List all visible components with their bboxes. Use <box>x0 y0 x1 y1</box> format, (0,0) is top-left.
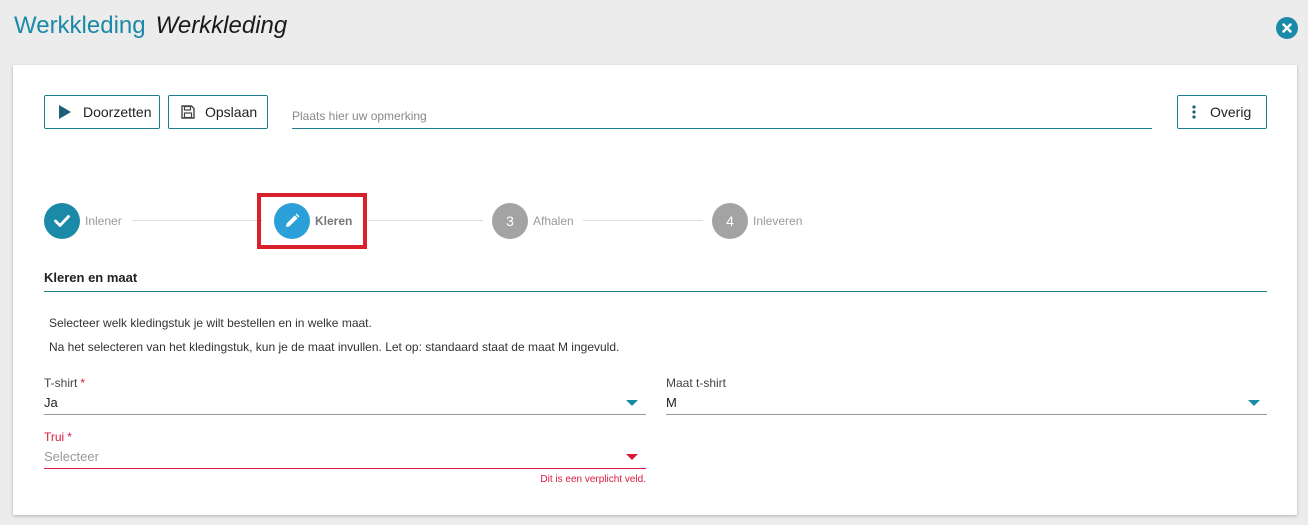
page-title: Werkkleding <box>155 12 288 39</box>
field-underline <box>666 414 1267 415</box>
section-title: Kleren en maat <box>44 270 138 285</box>
overig-button[interactable]: Overig <box>1177 95 1267 129</box>
doorzetten-label: Doorzetten <box>83 104 152 120</box>
highlight-box <box>257 193 367 249</box>
progress-stepper: Inlener Kleren 3 Afhalen 4 Inleveren <box>44 203 1274 239</box>
check-icon <box>44 203 80 239</box>
step-label: Inleveren <box>753 214 803 228</box>
step-number: 4 <box>712 203 748 239</box>
trui-select[interactable]: Trui * Selecteer Dit is een verplicht vel… <box>44 430 646 490</box>
doorzetten-button[interactable]: Doorzetten <box>44 95 160 129</box>
step-connector <box>583 220 703 221</box>
window-title: Werkkleding Werkkleding <box>14 12 287 44</box>
app-title: Werkkleding <box>14 12 146 39</box>
dropdown-caret-icon[interactable] <box>1248 400 1260 406</box>
step-inlener[interactable]: Inlener <box>44 203 122 239</box>
step-label: Afhalen <box>533 214 574 228</box>
validation-error: Dit is een verplicht veld. <box>540 474 646 485</box>
step-inleveren[interactable]: 4 Inleveren <box>712 203 802 239</box>
dropdown-caret-icon[interactable] <box>626 400 638 406</box>
section-divider <box>44 291 1267 292</box>
field-underline <box>44 468 646 469</box>
save-icon <box>181 105 195 119</box>
info-text: Selecteer welk kledingstuk je wilt beste… <box>49 316 372 330</box>
required-mark: * <box>80 376 86 390</box>
tshirt-value: Ja <box>44 395 58 410</box>
form-card: Doorzetten Opslaan Overig Inlener Kleren <box>13 65 1297 515</box>
remark-input[interactable] <box>292 97 1152 129</box>
step-connector <box>132 220 262 221</box>
play-icon <box>59 105 71 119</box>
trui-placeholder: Selecteer <box>44 449 99 464</box>
trui-label: Trui * <box>44 430 72 444</box>
maat-tshirt-label: Maat t-shirt <box>666 376 727 390</box>
step-label: Inlener <box>85 214 122 228</box>
overig-label: Overig <box>1210 104 1252 120</box>
more-vertical-icon <box>1192 105 1196 119</box>
field-underline <box>44 414 646 415</box>
close-icon[interactable] <box>1276 17 1298 39</box>
dropdown-caret-icon[interactable] <box>626 454 638 460</box>
required-mark: * <box>67 430 72 444</box>
step-afhalen[interactable]: 3 Afhalen <box>492 203 574 239</box>
step-connector <box>368 220 483 221</box>
maat-tshirt-select[interactable]: Maat t-shirt M <box>666 376 1267 416</box>
tshirt-label: T-shirt * <box>44 376 86 390</box>
opslaan-label: Opslaan <box>205 104 258 120</box>
step-number: 3 <box>492 203 528 239</box>
info-text: Na het selecteren van het kledingstuk, k… <box>49 340 620 354</box>
opslaan-button[interactable]: Opslaan <box>168 95 268 129</box>
tshirt-select[interactable]: T-shirt * Ja <box>44 376 646 416</box>
maat-tshirt-value: M <box>666 395 677 410</box>
